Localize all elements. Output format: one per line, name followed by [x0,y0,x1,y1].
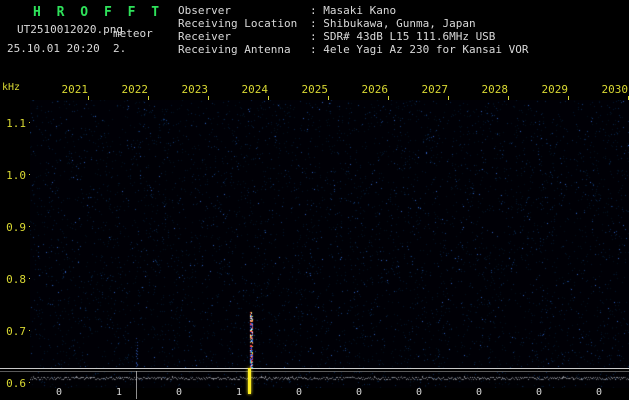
freq-tick-label: 0.7 [6,325,26,338]
info-value: : Masaki Kano [310,4,397,17]
time-tick-label: 2027 [421,83,449,96]
receiver-info: Observer : Masaki Kano Receiving Location:… [178,4,529,56]
freq-tick-label: 0.9 [6,221,26,234]
minute-count: 0 [175,387,183,398]
freq-tick-label: 1.0 [6,169,26,182]
info-label: Receiving Location [178,17,298,30]
info-row: Receiver : SDR# 43dB L15 111.6MHz USB [178,30,529,43]
minute-count: 0 [415,387,423,398]
info-value: : SDR# 43dB L15 111.6MHz USB [310,30,496,43]
minute-count: 0 [55,387,63,398]
time-tick-label: 2028 [481,83,509,96]
time-tick-label: 2022 [121,83,149,96]
info-value: : Shibukawa, Gunma, Japan [310,17,476,30]
freq-axis: 1.1 1.0 0.9 0.8 0.7 0.6 [0,0,34,400]
info-value: : 4ele Yagi Az 230 for Kansai VOR [310,43,529,56]
freq-tick-label: 0.8 [6,273,26,286]
app-title: H R O F F T [33,5,164,20]
freq-tick-label: 1.1 [6,117,26,130]
time-tick-label: 2025 [301,83,329,96]
time-axis: 2021 2022 2023 2024 2025 2026 2027 2028 2029 2030 [0,83,629,101]
counts-row: 0 1 0 1 0 0 0 0 0 0 [0,387,629,399]
minute-count: 0 [535,387,543,398]
minute-count: 1 [115,387,123,398]
observation-mode-label: meteor [113,27,153,40]
time-tick-label: 2021 [61,83,89,96]
time-tick-label: 2026 [361,83,389,96]
minute-count: 1 [235,387,243,398]
info-row: Receiving Location : Shibukawa, Gunma, Ja… [178,17,529,30]
info-label: Receiver [178,30,231,43]
minute-count: 0 [595,387,603,398]
info-row: Observer : Masaki Kano [178,4,529,17]
time-tick-label: 2030 [601,83,629,96]
spectrogram-canvas [30,100,629,368]
info-label: Receiving Antenna [178,43,291,56]
hrofft-screen: H R O F F T UT2510012020.png meteor 25.1… [0,0,629,400]
minute-count: 0 [295,387,303,398]
minute-count: 0 [475,387,483,398]
time-tick-label: 2023 [181,83,209,96]
minute-count: 0 [355,387,363,398]
time-tick-label: 2029 [541,83,569,96]
time-tick-label: 2024 [241,83,269,96]
level-canvas [30,372,629,388]
info-row: Receiving Antenna : 4ele Yagi Az 230 for … [178,43,529,56]
separator-line-top [0,368,629,369]
info-label: Observer [178,4,231,17]
